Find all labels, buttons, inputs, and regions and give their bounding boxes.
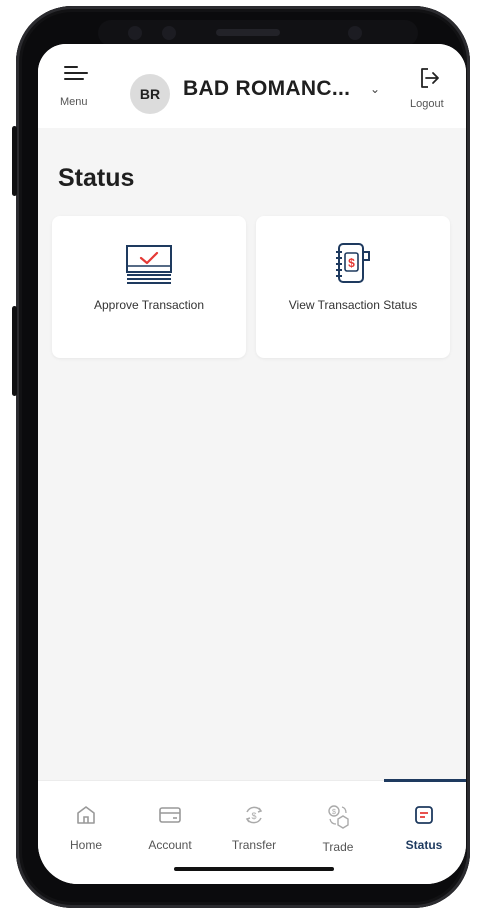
front-camera-icon [348,26,362,40]
home-icon [77,806,95,824]
svg-text:$: $ [332,809,336,816]
home-indicator[interactable] [174,867,334,871]
approve-transaction-icon [126,245,172,284]
nav-item-account[interactable]: Account [130,803,210,859]
nav-label-status: Status [405,838,443,852]
bottom-nav: Home Account $ Transfer $ Trade Status [38,779,466,884]
view-transaction-status-label: View Transaction Status [288,298,418,312]
app-header: Menu BR BAD ROMANC... ⌄ Logout [38,44,466,128]
side-button [12,306,17,396]
nav-label-trade: Trade [322,840,354,854]
nav-label-account: Account [148,838,192,852]
status-icon [415,806,433,824]
logout-button[interactable]: Logout [404,64,456,114]
approve-transaction-card[interactable]: Approve Transaction [52,216,246,358]
approve-transaction-label: Approve Transaction [93,298,205,312]
card-icon [159,807,181,823]
active-tab-indicator [384,779,466,782]
logout-label: Logout [410,98,444,110]
page-title: Status [58,164,135,192]
camera-notch [98,20,418,46]
trade-icon: $ [328,805,349,829]
nav-label-transfer: Transfer [231,838,277,852]
nav-item-trade[interactable]: $ Trade [298,803,378,859]
transaction-status-icon: $ [336,243,370,283]
account-name[interactable]: BAD ROMANC... [183,77,350,101]
chevron-down-icon[interactable]: ⌄ [370,82,380,96]
side-button [12,126,17,196]
menu-button[interactable]: Menu [54,64,94,112]
nav-item-status[interactable]: Status [384,803,464,859]
view-transaction-status-card[interactable]: $ View Transaction Status [256,216,450,358]
sensor-icon [128,26,142,40]
sensor-icon [162,26,176,40]
svg-text:$: $ [348,256,355,270]
nav-label-home: Home [69,838,102,852]
svg-text:$: $ [251,811,256,821]
avatar[interactable]: BR [130,74,170,114]
nav-item-home[interactable]: Home [46,803,126,859]
speaker-grille [216,29,280,36]
app-screen: Menu BR BAD ROMANC... ⌄ Logout Status Ap… [38,44,466,884]
menu-label: Menu [60,96,88,108]
logout-icon [421,68,439,88]
transfer-icon: $ [245,806,263,824]
nav-item-transfer[interactable]: $ Transfer [214,803,294,859]
